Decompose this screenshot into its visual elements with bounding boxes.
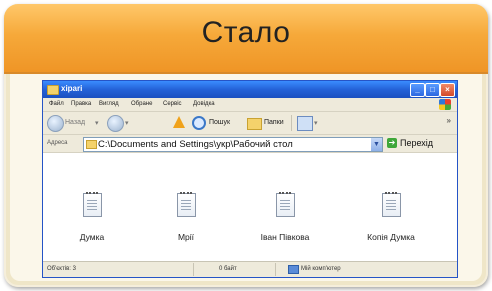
file-item[interactable]: Думка xyxy=(52,192,132,242)
card-header: Стало xyxy=(4,4,488,74)
search-label[interactable]: Пошук xyxy=(209,119,230,126)
file-name: Копія Думка xyxy=(367,232,415,242)
menu-edit[interactable]: Правка xyxy=(71,101,91,107)
notepad-document-icon xyxy=(275,192,295,217)
toolbar-divider xyxy=(291,115,292,131)
status-size: 0 байт xyxy=(219,266,237,272)
up-folder-icon[interactable] xyxy=(173,116,185,128)
notepad-document-icon xyxy=(82,192,102,217)
maximize-button[interactable]: □ xyxy=(425,83,440,97)
status-object-count: Об'єктів: 3 xyxy=(47,266,76,272)
views-dropdown-icon[interactable]: ▾ xyxy=(314,119,318,127)
forward-dropdown-icon[interactable]: ▾ xyxy=(125,119,129,127)
menu-file[interactable]: Файл xyxy=(49,101,64,107)
status-bar: Об'єктів: 3 0 байт Мій комп'ютер xyxy=(43,261,457,277)
file-item[interactable]: Іван Півкова xyxy=(245,192,325,242)
file-name: Іван Півкова xyxy=(260,232,310,242)
file-name: Думка xyxy=(79,232,105,242)
close-button[interactable]: × xyxy=(440,83,455,97)
address-label: Адреса xyxy=(47,140,68,146)
folders-label[interactable]: Папки xyxy=(264,119,284,126)
folders-icon[interactable] xyxy=(247,118,262,130)
menu-help[interactable]: Довідка xyxy=(193,101,215,107)
minimize-button[interactable]: _ xyxy=(410,83,425,97)
notepad-document-icon xyxy=(176,192,196,217)
card-title: Стало xyxy=(201,16,291,49)
menu-view[interactable]: Вигляд xyxy=(99,101,119,107)
my-computer-icon xyxy=(288,265,299,274)
go-button[interactable]: Перехід xyxy=(400,138,433,148)
back-dropdown-icon[interactable]: ▾ xyxy=(95,119,99,127)
toolbar: Назад ▾ ▾ Пошук Папки ▾ » xyxy=(43,112,457,135)
forward-arrow-icon[interactable] xyxy=(107,115,124,132)
views-icon[interactable] xyxy=(297,116,313,131)
explorer-window: xipari _ □ × Файл Правка Вигляд Обране С… xyxy=(42,80,458,278)
notepad-document-icon xyxy=(381,192,401,217)
file-item[interactable]: Мрії xyxy=(146,192,226,242)
window-titlebar[interactable]: xipari _ □ × xyxy=(43,81,457,98)
status-divider xyxy=(275,263,276,276)
window-title: xipari xyxy=(61,84,83,93)
file-item[interactable]: Копія Думка xyxy=(351,192,431,242)
windows-logo-icon xyxy=(439,99,451,110)
menu-bar: Файл Правка Вигляд Обране Сервіс Довідка xyxy=(43,98,457,112)
address-bar: Адреса C:\Documents and Settings\укр\Раб… xyxy=(43,135,457,153)
folder-icon xyxy=(47,85,59,95)
go-arrow-icon[interactable]: ➔ xyxy=(387,138,397,148)
back-label[interactable]: Назад xyxy=(65,119,85,126)
folder-icon xyxy=(86,140,97,149)
address-field[interactable]: C:\Documents and Settings\укр\Рабочий ст… xyxy=(83,137,383,152)
toolbar-overflow[interactable]: » xyxy=(447,116,451,125)
search-icon[interactable] xyxy=(192,116,206,130)
menu-favorites[interactable]: Обране xyxy=(131,101,152,107)
back-arrow-icon[interactable] xyxy=(47,115,64,132)
status-location: Мій комп'ютер xyxy=(301,266,341,272)
address-path[interactable]: C:\Documents and Settings\укр\Рабочий ст… xyxy=(98,139,364,150)
file-name: Мрії xyxy=(177,232,195,242)
status-divider xyxy=(193,263,194,276)
menu-tools[interactable]: Сервіс xyxy=(163,101,182,107)
address-dropdown-icon[interactable]: ▼ xyxy=(371,138,382,151)
